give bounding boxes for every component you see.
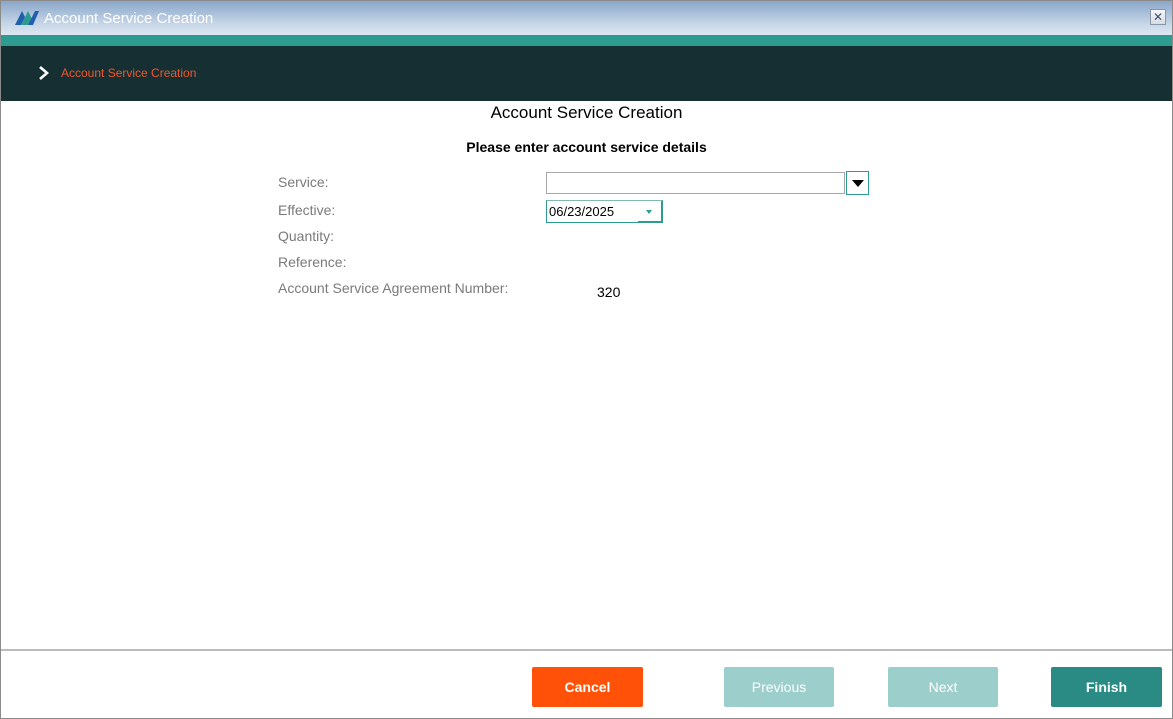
app-logo-icon [15,11,39,25]
date-picker-edge [661,201,663,223]
page-subtitle: Please enter account service details [466,139,707,155]
date-picker-edge-bottom [638,221,662,223]
page-title: Account Service Creation [490,103,683,122]
service-label: Service: [278,174,329,190]
finish-button[interactable]: Finish [1051,667,1162,707]
close-button[interactable]: ✕ [1150,9,1166,25]
window-title: Account Service Creation [44,10,214,27]
chevron-down-icon[interactable] [646,210,652,214]
account-service-creation-window: Account Service Creation ✕ Account Servi… [0,0,1173,719]
breadcrumb-item-account-service-creation[interactable]: Account Service Creation [61,66,196,80]
effective-date-picker[interactable]: 06/23/2025 [546,200,663,223]
agreement-number-value: 320 [597,284,621,300]
effective-label: Effective: [278,202,336,218]
service-input[interactable] [546,172,845,194]
breadcrumb: Account Service Creation [1,46,1172,101]
next-button[interactable]: Next [888,667,998,707]
agreement-number-label: Account Service Agreement Number: [278,280,509,296]
service-dropdown-button[interactable] [846,171,869,195]
reference-label: Reference: [278,254,347,270]
accent-strip [1,35,1172,46]
title-bar[interactable]: Account Service Creation ✕ [1,1,1172,35]
chevron-right-icon [39,66,49,80]
caret-down-icon [852,180,864,187]
wizard-footer: Cancel Previous Next Finish [1,649,1172,718]
effective-date-value: 06/23/2025 [549,204,615,219]
cancel-button[interactable]: Cancel [532,667,643,707]
close-icon: ✕ [1152,10,1164,24]
quantity-label: Quantity: [278,228,335,244]
previous-button[interactable]: Previous [724,667,834,707]
